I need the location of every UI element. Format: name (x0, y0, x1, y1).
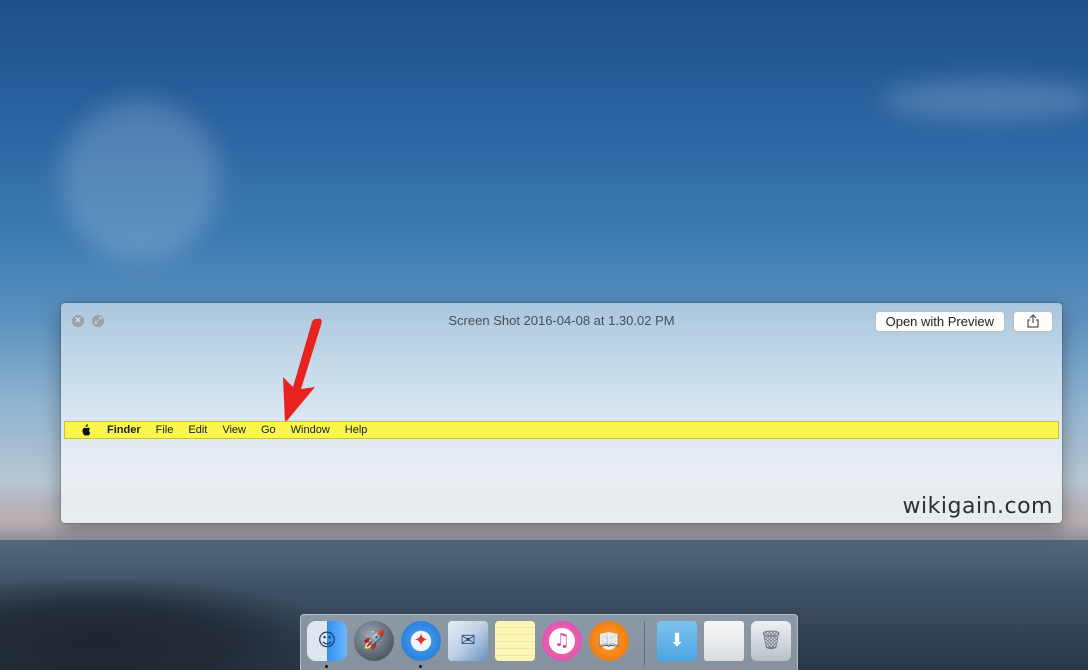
menu-edit: Edit (188, 424, 208, 436)
ibooks-glyph: 📖 (597, 630, 621, 651)
dock: ☺ 🚀 ✦ ✉ ♫ 📖 ⬇ 🗑 (300, 614, 798, 670)
running-indicator (325, 665, 328, 668)
share-button[interactable] (1013, 311, 1053, 332)
menu-finder: Finder (107, 424, 141, 436)
trash-glyph: 🗑 (759, 630, 783, 651)
wallpaper-cloud (60, 100, 220, 260)
itunes-icon[interactable]: ♫ (542, 621, 582, 661)
menu-go: Go (260, 424, 276, 436)
apple-icon (82, 424, 91, 436)
red-arrow-icon (283, 318, 322, 423)
open-with-preview-button[interactable]: Open with Preview (874, 311, 1005, 332)
launchpad-icon[interactable]: 🚀 (354, 621, 394, 661)
watermark: wikigain.com (902, 494, 1053, 519)
share-icon (1027, 314, 1039, 328)
mail-glyph: ✉ (460, 630, 476, 651)
documents-stack-icon[interactable] (704, 621, 744, 661)
menu-window: Window (290, 424, 330, 436)
ibooks-icon[interactable]: 📖 (589, 621, 629, 661)
downloads-glyph: ⬇ (669, 630, 685, 651)
mail-icon[interactable]: ✉ (448, 621, 488, 661)
safari-icon[interactable]: ✦ (401, 621, 441, 661)
downloads-folder-icon[interactable]: ⬇ (657, 621, 697, 661)
captured-menubar: Finder File Edit View Go Window Help (64, 421, 1059, 439)
quicklook-window: ✕ ⤢ Screen Shot 2016-04-08 at 1.30.02 PM… (61, 303, 1062, 523)
itunes-glyph: ♫ (553, 630, 571, 651)
running-indicator (419, 665, 422, 668)
trash-icon[interactable]: 🗑 (751, 621, 791, 661)
wallpaper-cloud (880, 80, 1088, 120)
launchpad-glyph: 🚀 (362, 630, 386, 651)
safari-glyph: ✦ (413, 630, 429, 651)
finder-face-glyph: ☺ (317, 630, 337, 651)
dock-separator (644, 621, 645, 665)
menu-help: Help (344, 424, 368, 436)
notes-icon[interactable] (495, 621, 535, 661)
menu-file: File (155, 424, 174, 436)
desktop-wallpaper-rocks (0, 580, 330, 670)
finder-icon[interactable]: ☺ (307, 621, 347, 661)
menu-view: View (222, 424, 246, 436)
quicklook-titlebar: ✕ ⤢ Screen Shot 2016-04-08 at 1.30.02 PM… (61, 303, 1062, 339)
